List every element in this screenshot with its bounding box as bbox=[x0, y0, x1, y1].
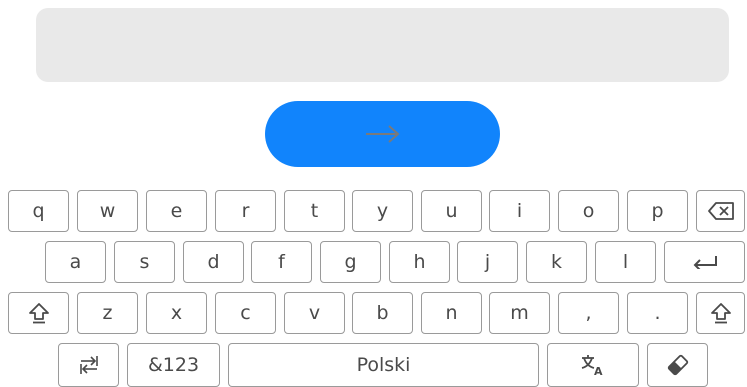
clear-key[interactable] bbox=[647, 343, 708, 387]
language-key[interactable]: A bbox=[547, 343, 639, 387]
space-key[interactable]: Polski bbox=[228, 343, 539, 387]
key[interactable]: x bbox=[146, 292, 207, 334]
key[interactable]: w bbox=[77, 190, 138, 232]
key[interactable]: m bbox=[489, 292, 550, 334]
key[interactable]: i bbox=[489, 190, 550, 232]
key[interactable]: k bbox=[526, 241, 587, 283]
shift-key-right[interactable] bbox=[696, 292, 745, 334]
virtual-keyboard: q w e r t y u i o p a s d f g h j k l z … bbox=[0, 0, 747, 387]
enter-icon bbox=[692, 255, 718, 269]
key[interactable]: , bbox=[558, 292, 619, 334]
language-icon: A bbox=[581, 354, 605, 376]
key[interactable]: t bbox=[284, 190, 345, 232]
eraser-icon bbox=[665, 354, 691, 376]
key[interactable]: r bbox=[215, 190, 276, 232]
key[interactable]: p bbox=[627, 190, 688, 232]
shift-key-left[interactable] bbox=[8, 292, 69, 334]
backspace-key[interactable] bbox=[696, 190, 745, 232]
key[interactable]: b bbox=[352, 292, 413, 334]
symbols-key[interactable]: &123 bbox=[127, 343, 220, 387]
tab-icon bbox=[78, 355, 100, 375]
key[interactable]: g bbox=[320, 241, 381, 283]
svg-text:A: A bbox=[594, 365, 603, 376]
backspace-icon bbox=[707, 201, 735, 221]
tab-key[interactable] bbox=[58, 343, 119, 387]
key[interactable]: j bbox=[457, 241, 518, 283]
key[interactable]: y bbox=[352, 190, 413, 232]
key[interactable]: c bbox=[215, 292, 276, 334]
key[interactable]: z bbox=[77, 292, 138, 334]
shift-icon bbox=[28, 302, 50, 324]
key[interactable]: h bbox=[389, 241, 450, 283]
shift-icon bbox=[710, 302, 732, 324]
key[interactable]: u bbox=[421, 190, 482, 232]
key[interactable]: d bbox=[183, 241, 244, 283]
key[interactable]: v bbox=[284, 292, 345, 334]
key[interactable]: q bbox=[8, 190, 69, 232]
key[interactable]: s bbox=[114, 241, 175, 283]
key[interactable]: e bbox=[146, 190, 207, 232]
key[interactable]: l bbox=[595, 241, 656, 283]
key[interactable]: o bbox=[558, 190, 619, 232]
key[interactable]: a bbox=[45, 241, 106, 283]
enter-key[interactable] bbox=[664, 241, 745, 283]
key[interactable]: . bbox=[627, 292, 688, 334]
key[interactable]: n bbox=[421, 292, 482, 334]
key[interactable]: f bbox=[251, 241, 312, 283]
